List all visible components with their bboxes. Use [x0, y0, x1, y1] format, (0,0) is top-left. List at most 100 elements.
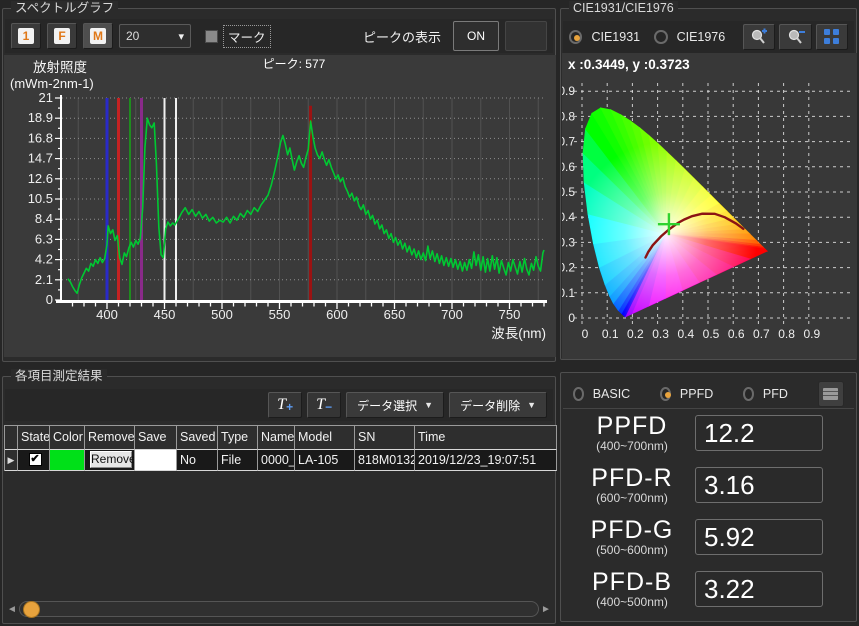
svg-text:0.1: 0.1: [562, 286, 575, 300]
save-cell[interactable]: [135, 450, 177, 471]
measure-mode-row: BASIC PPFD PFD: [563, 379, 854, 409]
cie1931-radio[interactable]: [569, 30, 582, 44]
metric-range: (600~700nm): [567, 492, 697, 505]
metric-label: PFD-G (500~600nm): [567, 517, 697, 557]
scrollbar-track[interactable]: [19, 601, 539, 617]
row-selector-header: [5, 426, 18, 450]
measure-panel: BASIC PPFD PFD PPFD (400~700nm) 12.2 PFD…: [560, 372, 857, 622]
view-1-button[interactable]: 1: [11, 23, 41, 49]
metric-range: (500~600nm): [567, 544, 697, 557]
col-header-sn: SN: [355, 426, 415, 450]
interval-value: 20: [126, 29, 178, 43]
plus-icon: +: [286, 393, 293, 421]
text-add-glyph: T: [277, 393, 286, 417]
svg-text:6.3: 6.3: [35, 231, 53, 246]
view-1-icon: 1: [18, 28, 34, 44]
view-m-button[interactable]: M: [83, 23, 113, 49]
metric-value: 3.16: [695, 467, 823, 503]
svg-text:550: 550: [269, 307, 291, 322]
svg-text:18.9: 18.9: [28, 110, 53, 125]
peak-display-label: ピークの表示: [363, 27, 441, 46]
cie-panel-title: CIE1931/CIE1976: [569, 1, 678, 16]
zoom-in-button[interactable]: [743, 24, 775, 50]
data-delete-button[interactable]: データ削除 ▼: [449, 392, 547, 418]
cie1976-radio[interactable]: [654, 30, 667, 44]
col-header-state: State: [18, 426, 50, 450]
cie1976-radio-label[interactable]: CIE1976: [677, 30, 726, 44]
name-cell: 0000_Y: [258, 450, 295, 471]
svg-text:0.5: 0.5: [562, 185, 575, 199]
cie-coords-text: x :0.3449, y :0.3723: [568, 57, 690, 72]
svg-text:12.6: 12.6: [28, 171, 53, 186]
model-cell: LA-105: [295, 450, 355, 471]
remove-button[interactable]: Remove: [90, 451, 132, 468]
zoom-fit-icon: [823, 28, 841, 46]
svg-text:0.6: 0.6: [562, 160, 575, 174]
metric-range: (400~700nm): [567, 440, 697, 453]
metric-range: (400~500nm): [567, 596, 697, 609]
svg-text:0: 0: [582, 327, 589, 341]
row-color-cell: [50, 450, 85, 471]
col-header-save: Save: [135, 426, 177, 450]
col-header-type: Type: [218, 426, 258, 450]
cie1931-radio-label[interactable]: CIE1931: [591, 30, 640, 44]
chevron-down-icon: ▾: [178, 30, 184, 43]
interval-select[interactable]: 20 ▾: [119, 24, 191, 48]
pfd-radio-label[interactable]: PFD: [763, 387, 788, 401]
metric-pfd-b: PFD-B (400~500nm) 3.22: [561, 569, 858, 615]
saved-cell: No: [177, 450, 218, 471]
svg-text:0.2: 0.2: [627, 327, 644, 341]
basic-radio[interactable]: [573, 387, 584, 401]
peak-toggle-on-button[interactable]: ON: [453, 21, 499, 51]
svg-text:0: 0: [46, 292, 53, 307]
svg-text:16.8: 16.8: [28, 130, 53, 145]
col-header-color: Color: [50, 426, 85, 450]
svg-text:700: 700: [441, 307, 463, 322]
data-select-button[interactable]: データ選択 ▼: [346, 392, 444, 418]
view-f-button[interactable]: F: [47, 23, 77, 49]
basic-radio-label[interactable]: BASIC: [593, 387, 631, 401]
zoom-out-button[interactable]: [779, 24, 811, 50]
svg-text:波長(nm): 波長(nm): [491, 326, 546, 341]
metric-pfd-g: PFD-G (500~600nm) 5.92: [561, 517, 858, 563]
remove-cell: Remove: [85, 450, 135, 471]
data-delete-label: データ削除: [460, 397, 520, 414]
col-header-remove: Remove: [85, 426, 135, 450]
results-table: State Color Remove Save Saved Type Name …: [4, 425, 557, 471]
state-checkbox[interactable]: ✔: [29, 453, 42, 466]
scrollbar-thumb[interactable]: [23, 601, 40, 618]
chevron-down-icon: ▼: [424, 400, 433, 410]
layout-grid-button[interactable]: [818, 381, 844, 407]
svg-text:0: 0: [568, 311, 575, 325]
ppfd-radio-label[interactable]: PPFD: [680, 387, 713, 401]
svg-text:0.8: 0.8: [562, 109, 575, 123]
scroll-left-icon[interactable]: ◄: [5, 604, 19, 615]
zoom-fit-button[interactable]: [816, 24, 848, 50]
metric-name: PFD-G: [567, 517, 697, 544]
row-selector[interactable]: ▶: [5, 450, 18, 471]
svg-text:0.7: 0.7: [562, 135, 575, 149]
svg-text:0.7: 0.7: [753, 327, 770, 341]
mark-checkbox[interactable]: [205, 30, 218, 43]
svg-text:400: 400: [96, 307, 118, 322]
svg-text:750: 750: [499, 307, 521, 322]
mark-label[interactable]: マーク: [224, 26, 270, 47]
peak-toggle-off-button[interactable]: [505, 21, 547, 51]
svg-text:0.3: 0.3: [562, 235, 575, 249]
svg-text:0.5: 0.5: [703, 327, 720, 341]
text-remove-button[interactable]: T −: [307, 392, 341, 418]
peak-annotation: ピーク: 577: [263, 57, 326, 71]
horizontal-scrollbar[interactable]: ◄ ►: [5, 599, 553, 619]
spectrum-chart: 40045050055060065070075002.14.26.38.410.…: [4, 55, 556, 357]
results-panel-title: 各項目測定結果: [11, 369, 107, 384]
zoom-out-icon: [786, 28, 806, 46]
ppfd-radio[interactable]: [660, 387, 671, 401]
scroll-right-icon[interactable]: ►: [539, 604, 553, 615]
view-m-icon: M: [90, 28, 106, 44]
text-add-button[interactable]: T +: [268, 392, 302, 418]
metric-name: PFD-R: [567, 465, 697, 492]
svg-text:10.5: 10.5: [28, 191, 53, 206]
pfd-radio[interactable]: [743, 387, 754, 401]
metric-value: 5.92: [695, 519, 823, 555]
svg-text:0.2: 0.2: [562, 261, 575, 275]
